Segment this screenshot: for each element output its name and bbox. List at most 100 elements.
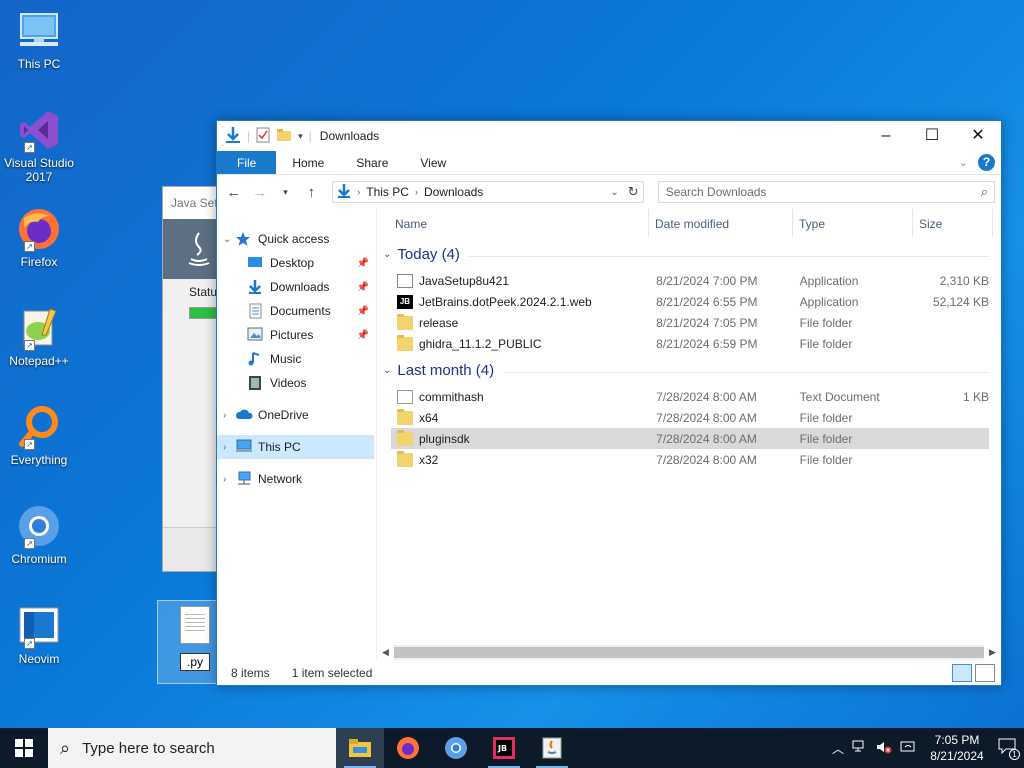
file-row[interactable]: release 8/21/2024 7:05 PM File folder	[391, 312, 989, 333]
tab-home[interactable]: Home	[276, 151, 340, 174]
breadcrumb-separator-icon[interactable]: ›	[415, 187, 418, 197]
large-icons-view-icon[interactable]	[975, 664, 995, 682]
nav-this-pc[interactable]: › This PC	[217, 435, 374, 459]
show-hidden-icons-chevron-icon[interactable]: ︿	[832, 740, 844, 757]
up-button[interactable]: ↑	[300, 184, 322, 201]
minimize-button[interactable]: –	[863, 121, 909, 151]
tab-file[interactable]: File	[217, 151, 277, 174]
details-view-icon[interactable]	[952, 664, 972, 682]
taskbar-java-setup[interactable]	[528, 728, 576, 768]
desktop-icon-neovim[interactable]: ↗ Neovim	[4, 603, 74, 666]
network-status-icon[interactable]	[852, 740, 868, 757]
nav-videos[interactable]: Videos	[247, 371, 306, 395]
expand-chevron-icon[interactable]: ›	[223, 442, 235, 453]
taskbar-firefox[interactable]	[384, 728, 432, 768]
collapse-chevron-icon[interactable]: ⌄	[223, 234, 235, 245]
action-center-icon[interactable]: 1	[998, 738, 1020, 760]
nav-music[interactable]: Music	[247, 347, 301, 371]
title-bar[interactable]: | ▾ | Downloads – ☐ ✕	[217, 121, 1001, 151]
forward-button[interactable]: →	[249, 184, 271, 201]
folder-icon	[397, 450, 413, 467]
window-title: Downloads	[319, 129, 380, 143]
file-row-selected[interactable]: pluginsdk 7/28/2024 8:00 AM File folder	[391, 428, 989, 449]
address-dropdown-chevron-icon[interactable]: ⌄	[610, 187, 618, 198]
scroll-right-arrow-icon[interactable]: ▶	[984, 647, 1001, 658]
file-row[interactable]: ghidra_11.1.2_PUBLIC 8/21/2024 6:59 PM F…	[391, 333, 989, 354]
rename-input[interactable]: .py	[180, 653, 210, 671]
desktop-icon-chromium[interactable]: ↗ Chromium	[4, 503, 74, 566]
nav-documents[interactable]: Documents 📌	[247, 299, 373, 323]
group-header-last-month[interactable]: ⌄ Last month (4)	[383, 362, 989, 379]
desktop-icon-everything[interactable]: ↗ Everything	[4, 404, 74, 467]
taskbar-chromium[interactable]	[432, 728, 480, 768]
expand-chevron-icon[interactable]: ›	[223, 474, 235, 485]
column-type[interactable]: Type	[793, 209, 913, 237]
column-size[interactable]: Size	[913, 209, 993, 237]
properties-icon[interactable]	[256, 127, 270, 146]
pin-icon[interactable]: 📌	[357, 306, 369, 317]
file-explorer-window[interactable]: | ▾ | Downloads – ☐ ✕ File Home Share Vi…	[216, 120, 1002, 686]
file-row[interactable]: JB JetBrains.dotPeek.2024.2.1.web 8/21/2…	[391, 291, 989, 312]
file-row[interactable]: x32 7/28/2024 8:00 AM File folder	[391, 449, 989, 470]
computer-icon	[235, 439, 253, 455]
address-bar[interactable]: › This PC › Downloads ⌄ ↻	[332, 181, 644, 203]
pin-icon[interactable]: 📌	[357, 330, 369, 341]
breadcrumb-downloads[interactable]: Downloads	[424, 185, 483, 199]
nav-quick-access[interactable]: ⌄ Quick access	[223, 227, 329, 251]
scroll-left-arrow-icon[interactable]: ◀	[377, 647, 394, 658]
file-row[interactable]: x64 7/28/2024 8:00 AM File folder	[391, 407, 989, 428]
file-type: File folder	[799, 410, 853, 425]
taskbar-search-box[interactable]: ⌕ Type here to search	[48, 728, 336, 768]
expand-chevron-icon[interactable]: ›	[223, 410, 235, 421]
customize-toolbar-chevron-icon[interactable]: ▾	[298, 131, 303, 142]
refresh-icon[interactable]: ↻	[628, 184, 639, 200]
search-input[interactable]	[665, 185, 966, 199]
breadcrumb-this-pc[interactable]: This PC	[366, 185, 409, 199]
tab-view[interactable]: View	[404, 151, 462, 174]
desktop-icon-visual-studio[interactable]: ↗ Visual Studio 2017	[4, 107, 74, 184]
taskbar-file-explorer[interactable]	[336, 728, 384, 768]
pin-icon[interactable]: 📌	[357, 258, 369, 269]
start-button[interactable]	[0, 728, 48, 768]
scroll-track[interactable]	[394, 645, 984, 660]
shortcut-arrow-icon: ↗	[24, 638, 35, 649]
new-folder-icon[interactable]	[276, 128, 292, 145]
nav-pictures[interactable]: Pictures 📌	[247, 323, 373, 347]
display-settings-icon[interactable]	[900, 740, 916, 757]
nav-desktop[interactable]: Desktop 📌	[247, 251, 373, 275]
java-setup-window[interactable]: Java Setu Statu	[162, 186, 222, 572]
horizontal-scrollbar[interactable]: ◀ ▶	[377, 644, 1001, 661]
desktop-icon-firefox[interactable]: ↗ Firefox	[4, 206, 74, 269]
scroll-thumb[interactable]	[394, 647, 984, 658]
expand-ribbon-chevron-icon[interactable]: ⌄	[959, 156, 968, 169]
taskbar-jetbrains[interactable]: JB	[480, 728, 528, 768]
collapse-chevron-icon[interactable]: ⌄	[383, 365, 391, 376]
desktop-file-py[interactable]: .py	[157, 600, 217, 684]
column-name[interactable]: Name	[377, 209, 649, 237]
help-icon[interactable]: ?	[978, 154, 995, 171]
volume-muted-icon[interactable]	[876, 740, 892, 757]
group-label: Last month (4)	[397, 362, 495, 379]
desktop-icon-label: Notepad++	[9, 354, 69, 368]
search-box[interactable]: ⌕	[657, 181, 995, 203]
nav-onedrive[interactable]: › OneDrive	[223, 403, 309, 427]
desktop-icon-notepad-plus-plus[interactable]: ↗ Notepad++	[4, 305, 74, 368]
group-header-today[interactable]: ⌄ Today (4)	[383, 246, 989, 263]
file-row[interactable]: commithash 7/28/2024 8:00 AM Text Docume…	[391, 386, 989, 407]
file-row[interactable]: JavaSetup8u421 8/21/2024 7:00 PM Applica…	[391, 270, 989, 291]
recent-locations-chevron-icon[interactable]: ▾	[275, 187, 297, 198]
file-date: 8/21/2024 7:05 PM	[656, 315, 758, 330]
collapse-chevron-icon[interactable]: ⌄	[383, 249, 391, 260]
tab-share[interactable]: Share	[340, 151, 404, 174]
breadcrumb-separator-icon[interactable]: ›	[357, 187, 360, 197]
close-button[interactable]: ✕	[955, 121, 1001, 151]
maximize-button[interactable]: ☐	[909, 121, 955, 151]
shortcut-arrow-icon: ↗	[24, 340, 35, 351]
desktop-icon-this-pc[interactable]: This PC	[4, 8, 74, 71]
pin-icon[interactable]: 📌	[357, 282, 369, 293]
nav-downloads[interactable]: Downloads 📌	[247, 275, 373, 299]
nav-network[interactable]: › Network	[223, 467, 302, 491]
back-button[interactable]: ←	[223, 184, 245, 201]
column-date-modified[interactable]: Date modified	[649, 209, 793, 237]
clock[interactable]: 7:05 PM 8/21/2024	[924, 732, 990, 764]
